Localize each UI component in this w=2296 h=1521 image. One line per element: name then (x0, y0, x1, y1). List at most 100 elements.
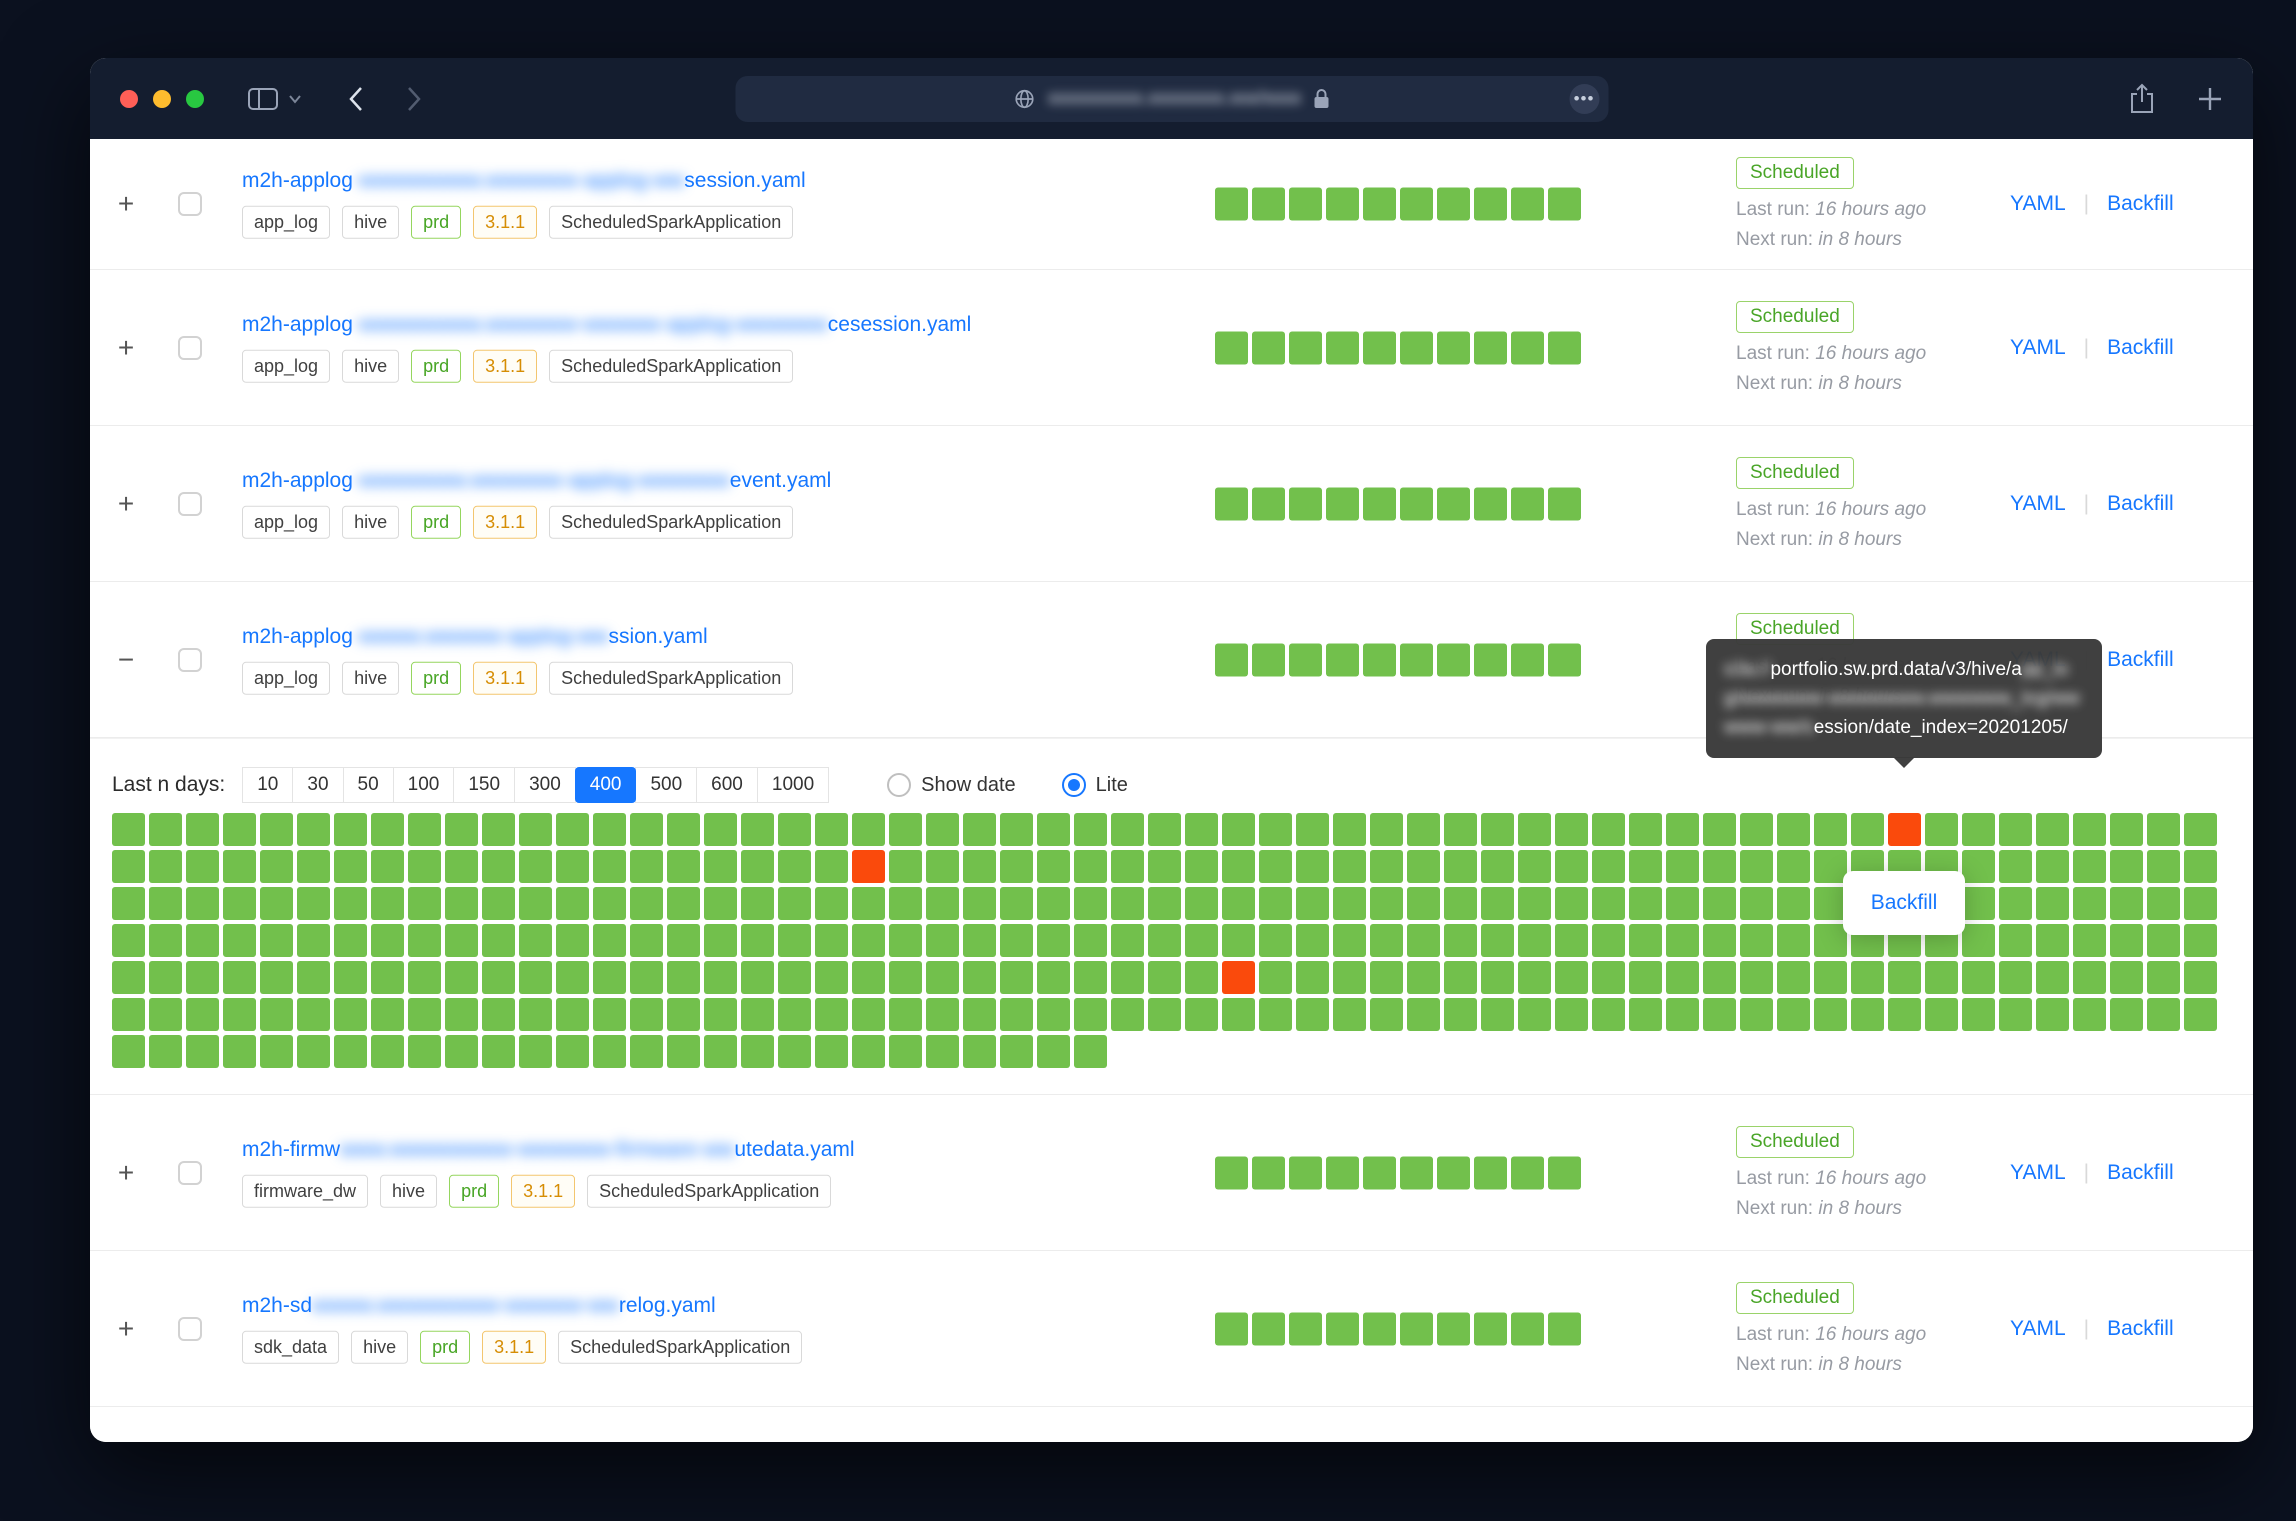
heatmap-cell[interactable] (519, 813, 552, 846)
heatmap-cell[interactable] (704, 850, 737, 883)
heatmap-cell[interactable] (112, 887, 145, 920)
heatmap-cell[interactable] (815, 998, 848, 1031)
heatmap-cell[interactable] (556, 998, 589, 1031)
heatmap-cell[interactable] (1555, 924, 1588, 957)
heatmap-cell[interactable] (1074, 850, 1107, 883)
heatmap-cell[interactable] (2073, 887, 2106, 920)
heatmap-cell[interactable] (1259, 924, 1292, 957)
heatmap-cell-alert[interactable] (852, 850, 885, 883)
backfill-link[interactable]: Backfill (2107, 336, 2174, 360)
heatmap-cell[interactable] (593, 1035, 626, 1068)
mini-heatmap-cell[interactable] (1548, 643, 1581, 676)
heatmap-cell[interactable] (926, 887, 959, 920)
heatmap-cell[interactable] (1777, 924, 1810, 957)
heatmap-cell[interactable] (889, 887, 922, 920)
heatmap-cell[interactable] (593, 961, 626, 994)
heatmap-cell[interactable] (482, 961, 515, 994)
heatmap-cell[interactable] (852, 1035, 885, 1068)
heatmap-cell[interactable] (1296, 924, 1329, 957)
heatmap-cell[interactable] (2147, 924, 2180, 957)
heatmap-cell[interactable] (519, 850, 552, 883)
heatmap-cell[interactable] (1629, 813, 1662, 846)
heatmap-cell[interactable] (704, 813, 737, 846)
heatmap-cell[interactable] (667, 813, 700, 846)
heatmap-cell[interactable] (1555, 998, 1588, 1031)
heatmap-cell[interactable] (1222, 813, 1255, 846)
heatmap-cell[interactable] (704, 924, 737, 957)
heatmap-cell[interactable] (1740, 850, 1773, 883)
heatmap-cell[interactable] (297, 961, 330, 994)
heatmap-cell[interactable] (2073, 998, 2106, 1031)
mini-heatmap-cell[interactable] (1363, 487, 1396, 520)
heatmap-cell[interactable] (1777, 850, 1810, 883)
heatmap-cell[interactable] (408, 1035, 441, 1068)
mini-heatmap-cell[interactable] (1289, 643, 1322, 676)
heatmap-cell[interactable] (2184, 961, 2217, 994)
heatmap-cell[interactable] (926, 998, 959, 1031)
heatmap-cell[interactable] (2073, 813, 2106, 846)
heatmap-cell[interactable] (1962, 998, 1995, 1031)
heatmap-cell[interactable] (963, 998, 996, 1031)
address-bar[interactable]: xxxxxxxxxx.xxxxxxxx.xxx/xxxx ••• (735, 76, 1608, 122)
day-option-1000[interactable]: 1000 (757, 767, 829, 803)
heatmap-cell[interactable] (1481, 850, 1514, 883)
heatmap-cell[interactable] (519, 887, 552, 920)
heatmap-cell[interactable] (1777, 961, 1810, 994)
heatmap-cell[interactable] (1407, 961, 1440, 994)
yaml-link[interactable]: YAML (2010, 336, 2066, 360)
heatmap-cell[interactable] (1555, 850, 1588, 883)
heatmap-cell[interactable] (334, 998, 367, 1031)
heatmap-cell[interactable] (1518, 813, 1551, 846)
heatmap-cell[interactable] (1962, 961, 1995, 994)
yaml-link[interactable]: YAML (2010, 1161, 2066, 1185)
heatmap-cell[interactable] (1740, 998, 1773, 1031)
heatmap-cell[interactable] (1296, 813, 1329, 846)
mini-heatmap-cell[interactable] (1252, 643, 1285, 676)
expand-toggle-button[interactable]: − (106, 640, 146, 680)
heatmap-cell[interactable] (1148, 850, 1181, 883)
heatmap-cell[interactable] (1000, 850, 1033, 883)
heatmap-cell[interactable] (889, 813, 922, 846)
mini-heatmap-cell[interactable] (1215, 331, 1248, 364)
heatmap-cell[interactable] (667, 998, 700, 1031)
heatmap-cell[interactable] (741, 998, 774, 1031)
mini-heatmap-cell[interactable] (1326, 1312, 1359, 1345)
mini-heatmap-cell[interactable] (1252, 188, 1285, 221)
heatmap-cell[interactable] (593, 998, 626, 1031)
heatmap-cell[interactable] (1962, 813, 1995, 846)
heatmap-cell[interactable] (2036, 850, 2069, 883)
heatmap-cell[interactable] (260, 887, 293, 920)
heatmap-cell[interactable] (1592, 850, 1625, 883)
backfill-link[interactable]: Backfill (2107, 648, 2174, 672)
heatmap-cell[interactable] (1074, 1035, 1107, 1068)
heatmap-cell[interactable] (1851, 998, 1884, 1031)
mini-heatmap-cell[interactable] (1511, 1312, 1544, 1345)
heatmap-cell[interactable] (1444, 961, 1477, 994)
heatmap-cell[interactable] (630, 1035, 663, 1068)
heatmap-cell[interactable] (2147, 887, 2180, 920)
heatmap-cell[interactable] (1333, 998, 1366, 1031)
heatmap-cell[interactable] (1518, 850, 1551, 883)
backfill-link[interactable]: Backfill (2107, 192, 2174, 216)
mini-heatmap-cell[interactable] (1548, 487, 1581, 520)
mini-heatmap-cell[interactable] (1400, 1312, 1433, 1345)
yaml-link[interactable]: YAML (2010, 492, 2066, 516)
heatmap-cell[interactable] (667, 1035, 700, 1068)
mini-heatmap-cell[interactable] (1326, 1156, 1359, 1189)
heatmap-cell[interactable] (593, 924, 626, 957)
heatmap-cell[interactable] (1629, 850, 1662, 883)
heatmap-cell[interactable] (482, 1035, 515, 1068)
heatmap-cell[interactable] (630, 924, 663, 957)
heatmap-cell[interactable] (1222, 850, 1255, 883)
heatmap-cell[interactable] (963, 961, 996, 994)
heatmap-cell[interactable] (371, 998, 404, 1031)
heatmap-cell[interactable] (2184, 998, 2217, 1031)
heatmap-cell[interactable] (556, 961, 589, 994)
heatmap-cell[interactable] (1296, 961, 1329, 994)
heatmap-cell[interactable] (1703, 924, 1736, 957)
heatmap-cell[interactable] (1814, 924, 1847, 957)
heatmap-cell[interactable] (963, 887, 996, 920)
heatmap-cell[interactable] (1925, 813, 1958, 846)
heatmap-cell[interactable] (1185, 924, 1218, 957)
heatmap-cell[interactable] (112, 961, 145, 994)
